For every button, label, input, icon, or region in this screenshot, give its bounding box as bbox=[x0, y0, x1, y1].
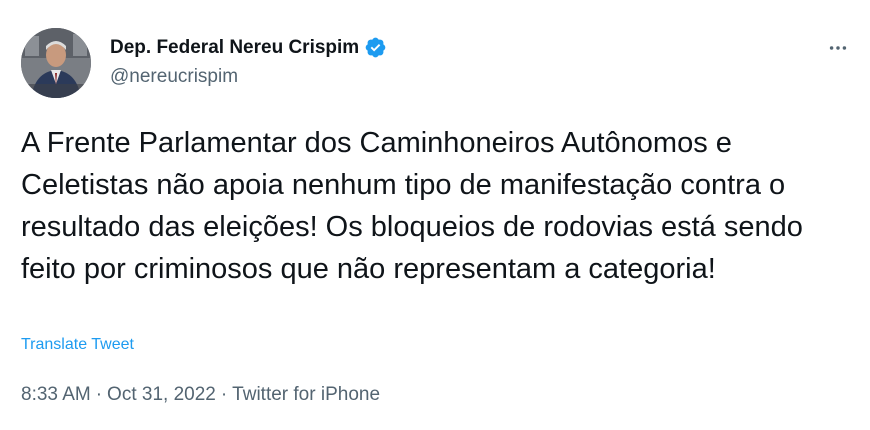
meta-separator: · bbox=[220, 384, 228, 405]
tweet-card: Dep. Federal Nereu Crispim @nereucrispim… bbox=[0, 0, 870, 430]
author-handle[interactable]: @nereucrispim bbox=[110, 66, 238, 88]
avatar[interactable] bbox=[21, 28, 91, 98]
more-horizontal-icon bbox=[829, 46, 847, 50]
tweet-date[interactable]: Oct 31, 2022 bbox=[107, 384, 216, 406]
tweet-text: A Frente Parlamentar dos Caminhoneiros A… bbox=[21, 127, 811, 285]
tweet-time[interactable]: 8:33 AM bbox=[21, 384, 91, 406]
verified-badge-icon bbox=[364, 36, 387, 59]
avatar-photo bbox=[21, 28, 91, 98]
more-options-button[interactable] bbox=[823, 33, 853, 63]
tweet-metadata: 8:33 AM · Oct 31, 2022 · Twitter for iPh… bbox=[21, 384, 380, 406]
tweet-source[interactable]: Twitter for iPhone bbox=[232, 384, 380, 406]
author-display-name[interactable]: Dep. Federal Nereu Crispim bbox=[110, 37, 359, 59]
meta-separator: · bbox=[95, 384, 103, 405]
translate-tweet-link[interactable]: Translate Tweet bbox=[21, 336, 134, 354]
author-name-row: Dep. Federal Nereu Crispim bbox=[110, 36, 387, 59]
